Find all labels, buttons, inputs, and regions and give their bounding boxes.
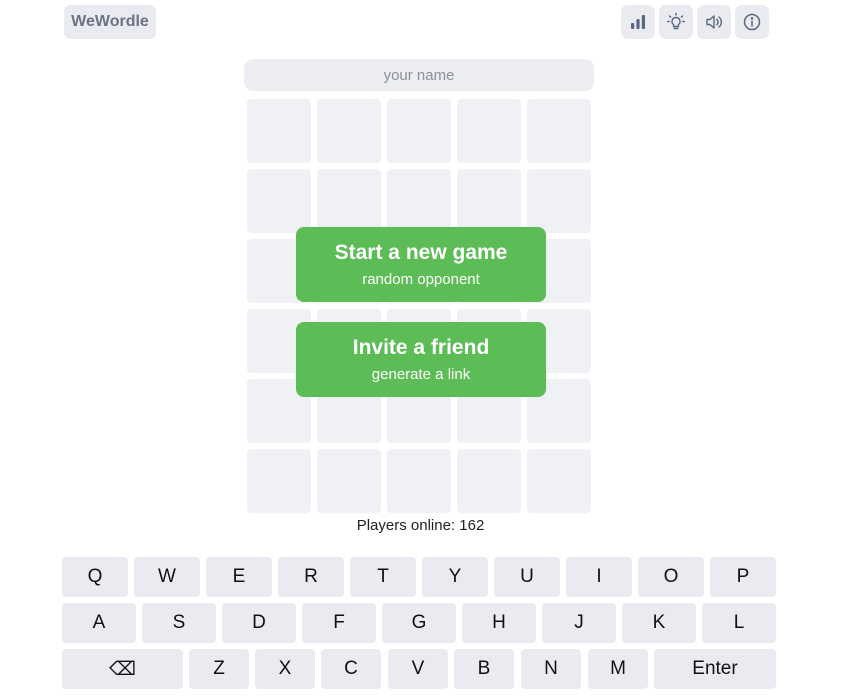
key-n[interactable]: N [521, 649, 581, 689]
board-tile [247, 169, 311, 233]
board-tile [387, 169, 451, 233]
key-f[interactable]: F [302, 603, 376, 643]
board-tile [387, 449, 451, 513]
stats-button[interactable] [621, 5, 655, 39]
name-input[interactable] [244, 59, 594, 91]
key-q[interactable]: Q [62, 557, 128, 597]
board-tile [317, 99, 381, 163]
board-tile [527, 449, 591, 513]
key-p[interactable]: P [710, 557, 776, 597]
key-v[interactable]: V [388, 649, 448, 689]
board-tile [457, 449, 521, 513]
key-w[interactable]: W [134, 557, 200, 597]
key-i[interactable]: I [566, 557, 632, 597]
backspace-key[interactable]: ⌫ [62, 649, 183, 689]
board-tile [527, 169, 591, 233]
key-t[interactable]: T [350, 557, 416, 597]
start-new-game-button[interactable]: Start a new game random opponent [296, 227, 546, 302]
key-m[interactable]: M [588, 649, 648, 689]
board-tile [247, 449, 311, 513]
board-tile [457, 169, 521, 233]
key-j[interactable]: J [542, 603, 616, 643]
enter-key[interactable]: Enter [654, 649, 776, 689]
start-new-game-title: Start a new game [334, 240, 508, 264]
info-icon [743, 13, 761, 31]
key-u[interactable]: U [494, 557, 560, 597]
board-tile [317, 169, 381, 233]
stats-icon [631, 15, 645, 29]
players-online-status: Players online: 162 [356, 517, 485, 534]
invite-friend-button[interactable]: Invite a friend generate a link [296, 322, 546, 397]
key-x[interactable]: X [255, 649, 315, 689]
key-c[interactable]: C [321, 649, 381, 689]
hint-button[interactable] [659, 5, 693, 39]
board-tile [527, 99, 591, 163]
board-tile [457, 99, 521, 163]
start-new-game-subtitle: random opponent [362, 270, 480, 288]
key-a[interactable]: A [62, 603, 136, 643]
sound-button[interactable] [697, 5, 731, 39]
key-o[interactable]: O [638, 557, 704, 597]
key-k[interactable]: K [622, 603, 696, 643]
board-tile [317, 449, 381, 513]
key-z[interactable]: Z [189, 649, 249, 689]
key-r[interactable]: R [278, 557, 344, 597]
invite-friend-title: Invite a friend [352, 335, 490, 359]
board-grid [247, 99, 591, 513]
key-l[interactable]: L [702, 603, 776, 643]
board-tile [247, 99, 311, 163]
key-h[interactable]: H [462, 603, 536, 643]
key-d[interactable]: D [222, 603, 296, 643]
key-e[interactable]: E [206, 557, 272, 597]
key-y[interactable]: Y [422, 557, 488, 597]
speaker-icon [706, 15, 723, 29]
board-tile [387, 99, 451, 163]
info-button[interactable] [735, 5, 769, 39]
key-g[interactable]: G [382, 603, 456, 643]
lightbulb-icon [667, 12, 685, 30]
app-logo[interactable]: WeWordle [64, 5, 156, 39]
key-s[interactable]: S [142, 603, 216, 643]
key-b[interactable]: B [454, 649, 514, 689]
backspace-icon: ⌫ [109, 658, 136, 680]
invite-friend-subtitle: generate a link [371, 365, 471, 383]
